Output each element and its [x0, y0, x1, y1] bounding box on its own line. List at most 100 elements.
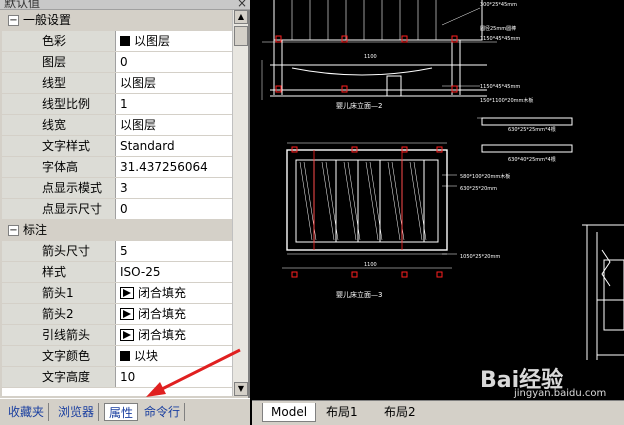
- label-n6: 630*25*25mm*4根: [508, 126, 556, 133]
- color-swatch-icon: [120, 350, 130, 361]
- property-key: 图层: [2, 52, 116, 72]
- property-row[interactable]: 线宽 以图层: [2, 115, 232, 136]
- property-value-text: 10: [120, 370, 136, 384]
- property-row[interactable]: 箭头1 闭合填充: [2, 283, 232, 304]
- property-value[interactable]: 以图层: [118, 31, 232, 51]
- property-value[interactable]: 10: [118, 367, 232, 387]
- group-header[interactable]: − 标注: [2, 220, 232, 241]
- property-row[interactable]: 文字颜色 以块: [2, 346, 232, 367]
- tab-layout1[interactable]: 布局1: [318, 403, 366, 422]
- tab-model[interactable]: Model: [262, 403, 317, 422]
- property-key: 样式: [2, 262, 116, 282]
- property-row[interactable]: 文字样式 Standard: [2, 136, 232, 157]
- drawing-canvas[interactable]: 300*25*45mm 圆径25mm圆棒 1150*45*45mm 1150*4…: [252, 0, 624, 400]
- property-key: 文字高度: [2, 367, 116, 387]
- property-row[interactable]: 点显示尺寸 0: [2, 199, 232, 220]
- scroll-thumb[interactable]: [234, 26, 248, 46]
- property-key: 文字样式: [2, 136, 116, 156]
- property-value-text: 以图层: [120, 118, 157, 132]
- property-value-text: 3: [120, 181, 128, 195]
- label-n8: 580*100*20mm木板: [460, 173, 510, 180]
- property-value[interactable]: ISO-25: [118, 262, 232, 282]
- closed-filled-arrow-icon: [120, 286, 134, 299]
- property-value[interactable]: 以块: [118, 346, 232, 366]
- property-key: 线宽: [2, 115, 116, 135]
- panel-tab-bar: 收藏夹 浏览器 属性 命令行: [0, 398, 250, 425]
- tab-layout2[interactable]: 布局2: [376, 403, 424, 422]
- property-value-text: 以块: [134, 349, 159, 363]
- property-value[interactable]: 1: [118, 94, 232, 114]
- label-n5: 150*1100*20mm木板: [480, 97, 533, 104]
- label-n9: 630*25*20mm: [460, 186, 497, 192]
- property-value[interactable]: 闭合填充: [118, 304, 232, 324]
- property-value-text: 1: [120, 97, 128, 111]
- property-value[interactable]: Standard: [118, 136, 232, 156]
- color-swatch-icon: [120, 35, 130, 46]
- property-row[interactable]: 样式 ISO-25: [2, 262, 232, 283]
- view-title-2: 婴儿床立面—2: [336, 101, 382, 110]
- property-row[interactable]: 点显示模式 3: [2, 178, 232, 199]
- property-value[interactable]: 3: [118, 178, 232, 198]
- cad-drawing: 300*25*45mm 圆径25mm圆棒 1150*45*45mm 1150*4…: [261, 0, 624, 360]
- label-n2: 圆径25mm圆棒: [480, 25, 516, 32]
- property-row[interactable]: 字体高 31.437256064: [2, 157, 232, 178]
- property-value-text: 31.437256064: [120, 160, 208, 174]
- property-key: 箭头尺寸: [2, 241, 116, 261]
- properties-panel: 默认值 × − 一般设置 色彩 以图层 图层 0 线型 以图层 线型比例 1 线宽 以图层 文字样式 St…: [0, 0, 250, 425]
- label-n10: 1050*25*20mm: [460, 254, 500, 260]
- tab-browser[interactable]: 浏览器: [54, 403, 100, 421]
- scrollbar[interactable]: ▲ ▼: [232, 10, 248, 396]
- property-row[interactable]: 色彩 以图层: [2, 31, 232, 52]
- watermark-url: jingyan.baidu.com: [514, 388, 607, 399]
- property-value[interactable]: 0: [118, 199, 232, 219]
- property-grid: − 一般设置 色彩 以图层 图层 0 线型 以图层 线型比例 1 线宽 以图层 文字样式 Standard…: [2, 10, 232, 396]
- property-value[interactable]: 5: [118, 241, 232, 261]
- closed-filled-arrow-icon: [120, 307, 134, 320]
- collapse-icon[interactable]: −: [8, 15, 19, 26]
- property-value[interactable]: 以图层: [118, 73, 232, 93]
- label-n1: 300*25*45mm: [480, 2, 517, 8]
- dim-label-top: 1100: [364, 54, 377, 60]
- property-value[interactable]: 0: [118, 52, 232, 72]
- property-key: 箭头2: [2, 304, 116, 324]
- closed-filled-arrow-icon: [120, 328, 134, 341]
- property-key: 点显示尺寸: [2, 199, 116, 219]
- property-value-text: 5: [120, 244, 128, 258]
- property-value-text: 闭合填充: [138, 307, 187, 321]
- property-key: 箭头1: [2, 283, 116, 303]
- property-value-text: 以图层: [134, 34, 171, 48]
- property-key: 字体高: [2, 157, 116, 177]
- property-value[interactable]: 以图层: [118, 115, 232, 135]
- property-value-text: 0: [120, 202, 128, 216]
- scroll-up-icon[interactable]: ▲: [234, 10, 248, 24]
- property-row[interactable]: 线型 以图层: [2, 73, 232, 94]
- property-row[interactable]: 线型比例 1: [2, 94, 232, 115]
- label-n3: 1150*45*45mm: [480, 36, 520, 42]
- property-key: 线型: [2, 73, 116, 93]
- property-row[interactable]: 箭头2 闭合填充: [2, 304, 232, 325]
- property-value-text: 闭合填充: [138, 286, 187, 300]
- group-header[interactable]: − 一般设置: [2, 10, 232, 31]
- label-n4: 1150*45*45mm: [480, 84, 520, 90]
- property-row[interactable]: 箭头尺寸 5: [2, 241, 232, 262]
- panel-header: 默认值 ×: [0, 0, 250, 10]
- property-value[interactable]: 31.437256064: [118, 157, 232, 177]
- property-value[interactable]: 闭合填充: [118, 325, 232, 345]
- property-value-text: Standard: [120, 139, 175, 153]
- layout-tab-bar: Model 布局1 布局2: [252, 400, 624, 425]
- property-key: 引线箭头: [2, 325, 116, 345]
- property-value[interactable]: 闭合填充: [118, 283, 232, 303]
- property-key: 文字颜色: [2, 346, 116, 366]
- property-row[interactable]: 图层 0: [2, 52, 232, 73]
- collapse-icon[interactable]: −: [8, 225, 19, 236]
- close-icon[interactable]: ×: [237, 0, 247, 9]
- tab-properties[interactable]: 属性: [104, 403, 139, 421]
- panel-title: 默认值: [4, 0, 41, 10]
- scroll-down-icon[interactable]: ▼: [234, 382, 248, 396]
- property-row[interactable]: 文字高度 10: [2, 367, 232, 388]
- label-n7: 630*40*25mm*4根: [508, 156, 556, 163]
- tab-favorites[interactable]: 收藏夹: [4, 403, 50, 421]
- tab-command-line[interactable]: 命令行: [140, 403, 186, 421]
- property-value-text: 闭合填充: [138, 328, 187, 342]
- property-row[interactable]: 引线箭头 闭合填充: [2, 325, 232, 346]
